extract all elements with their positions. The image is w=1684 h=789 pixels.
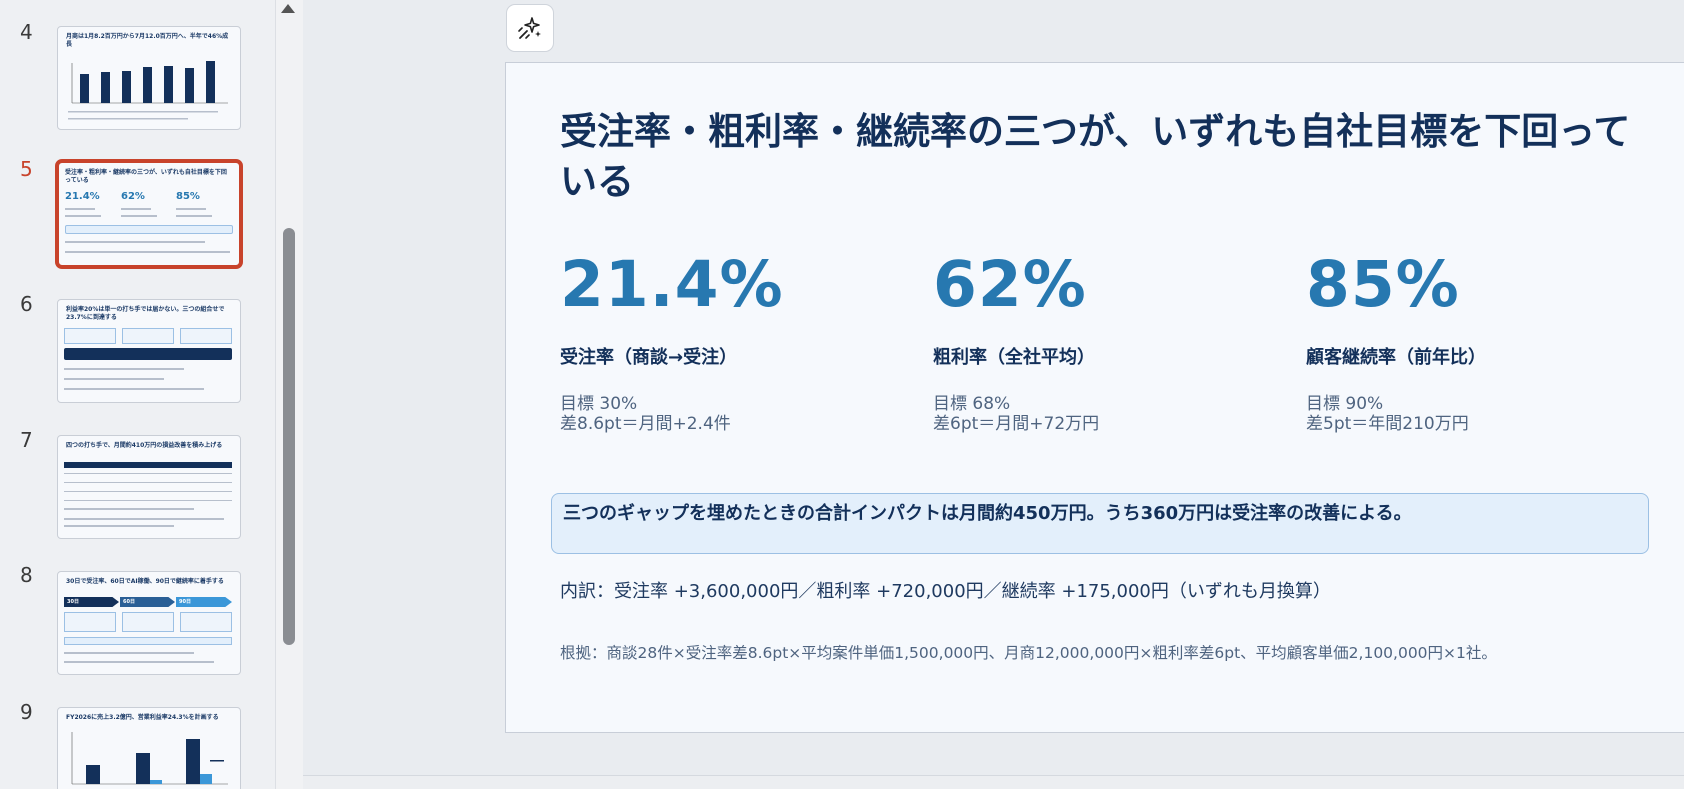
- thumbnail-number: 4: [20, 20, 33, 44]
- kpi-label-retention[interactable]: 顧客継続率（前年比）: [1306, 343, 1486, 369]
- impact-callout-text: 三つのギャップを埋めたときの合計インパクトは月間約450万円。うち360万円は受…: [563, 503, 1412, 524]
- thumbnail-kpi: 85%: [176, 191, 200, 202]
- thumbnail-bar-chart: [68, 61, 228, 120]
- thumbnail-kpi: 21.4%: [65, 191, 100, 202]
- scroll-up-arrow-icon[interactable]: [281, 4, 295, 13]
- scrollbar-thumb[interactable]: [283, 228, 295, 645]
- thumbnail-stage: 60日: [123, 599, 135, 605]
- kpi-value-gross-margin[interactable]: 62%: [933, 248, 1087, 321]
- thumbnail-scrollbar[interactable]: [275, 0, 303, 789]
- thumbnail-number: 5: [20, 157, 33, 181]
- sparkle-icon: [518, 17, 541, 39]
- kpi-label-gross-margin[interactable]: 粗利率（全社平均）: [933, 343, 1095, 369]
- slide-thumbnail-8[interactable]: 30日で受注率、60日でAI稼働、90日で継続率に着手する 30日 60日 90…: [57, 571, 241, 675]
- thumbnail-title: 受注率・粗利率・継続率の三つが、いずれも自社目標を下回っている: [65, 169, 227, 184]
- calculation-basis-text[interactable]: 根拠：商談28件×受注率差8.6pt×平均案件単価1,500,000円、月商12…: [560, 641, 1497, 663]
- kpi-gap-order-rate[interactable]: 差8.6pt＝月間+2.4件: [560, 409, 731, 434]
- slide-thumbnail-4[interactable]: 月商は1月8.2百万円から7月12.0百万円へ、半年で46%成長: [57, 26, 241, 130]
- thumbnail-number: 6: [20, 292, 33, 316]
- editor-bottom-edge: [303, 775, 1684, 789]
- slide-thumbnail-panel: 4 月商は1月8.2百万円から7月12.0百万円へ、半年で46%成長 5 受注率…: [0, 0, 275, 789]
- kpi-value-order-rate[interactable]: 21.4%: [560, 248, 784, 321]
- kpi-gap-gross-margin[interactable]: 差6pt＝月間+72万円: [933, 409, 1099, 434]
- slide-title[interactable]: 受注率・粗利率・継続率の三つが、いずれも自社目標を下回っている: [560, 107, 1660, 206]
- thumbnail-number: 7: [20, 428, 33, 452]
- kpi-value-retention[interactable]: 85%: [1306, 248, 1460, 321]
- thumbnail-stage: 90日: [179, 599, 191, 605]
- slide-thumbnail-9[interactable]: FY2026に売上3.2億円、営業利益率24.3%を計画する: [57, 707, 241, 789]
- impact-breakdown-text[interactable]: 内訳：受注率 +3,600,000円／粗利率 +720,000円／継続率 +17…: [560, 577, 1331, 603]
- thumbnail-stage: 30日: [67, 599, 79, 605]
- thumbnail-title: 利益率20%は単一の打ち手では届かない。三つの組合せで23.7%に到達する: [66, 306, 225, 321]
- thumbnail-number: 8: [20, 563, 33, 587]
- kpi-gap-retention[interactable]: 差5pt＝年間210万円: [1306, 409, 1469, 434]
- kpi-label-order-rate[interactable]: 受注率（商談→受注）: [560, 343, 737, 369]
- thumbnail-title: 30日で受注率、60日でAI稼働、90日で継続率に着手する: [66, 578, 224, 585]
- ai-assist-button[interactable]: [506, 4, 554, 52]
- thumbnail-number: 9: [20, 700, 33, 724]
- thumbnail-kpi: 62%: [121, 191, 145, 202]
- slide-thumbnail-5[interactable]: 受注率・粗利率・継続率の三つが、いずれも自社目標を下回っている 21.4% 62…: [55, 159, 243, 269]
- thumbnail-bar-chart: [71, 732, 228, 785]
- slide-thumbnail-6[interactable]: 利益率20%は単一の打ち手では届かない。三つの組合せで23.7%に到達する: [57, 299, 241, 403]
- slide-thumbnail-7[interactable]: 四つの打ち手で、月間約410万円の損益改善を積み上げる: [57, 435, 241, 539]
- thumbnail-title: 四つの打ち手で、月間約410万円の損益改善を積み上げる: [66, 442, 223, 449]
- impact-callout-box[interactable]: 三つのギャップを埋めたときの合計インパクトは月間約450万円。うち360万円は受…: [551, 493, 1649, 554]
- slide-canvas[interactable]: 受注率・粗利率・継続率の三つが、いずれも自社目標を下回っている 21.4% 受注…: [505, 62, 1684, 733]
